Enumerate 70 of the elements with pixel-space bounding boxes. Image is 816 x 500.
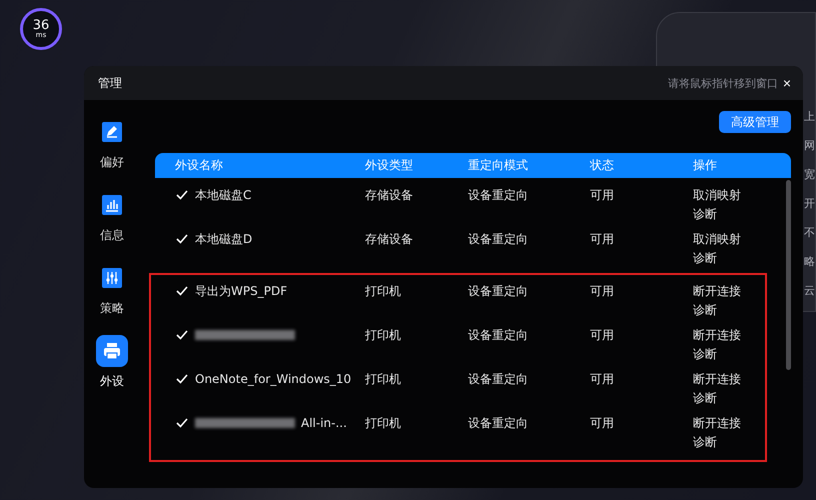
device-type: 存储设备 bbox=[365, 187, 414, 204]
action-link[interactable]: 取消映射 bbox=[693, 231, 741, 248]
action-link[interactable]: 诊断 bbox=[693, 346, 717, 363]
hint-text: 云 bbox=[804, 283, 815, 298]
column-header: 外设名称 bbox=[175, 157, 224, 174]
printer-icon bbox=[102, 341, 122, 361]
sidebar-item[interactable]: 信息 bbox=[96, 189, 128, 244]
redirect-mode: 设备重定向 bbox=[468, 371, 529, 388]
column-header: 操作 bbox=[693, 157, 718, 174]
device-status: 可用 bbox=[590, 371, 615, 388]
check-icon bbox=[176, 374, 188, 384]
hint-text: 上 bbox=[804, 109, 815, 124]
sidebar-item[interactable]: 策略 bbox=[96, 262, 128, 317]
bar-chart-icon bbox=[105, 198, 119, 212]
device-name: OneNote_for_Windows_10 bbox=[195, 372, 352, 386]
check-icon bbox=[176, 330, 188, 340]
sidebar-label: 偏好 bbox=[100, 154, 124, 171]
device-name: 导出为WPS_PDF bbox=[195, 282, 288, 300]
action-link[interactable]: 诊断 bbox=[693, 250, 717, 267]
device-status: 可用 bbox=[590, 187, 615, 204]
action-link[interactable]: 诊断 bbox=[693, 302, 717, 319]
check-icon bbox=[176, 234, 188, 244]
column-header: 外设类型 bbox=[365, 157, 414, 174]
device-status: 可用 bbox=[590, 327, 615, 344]
action-link[interactable]: 诊断 bbox=[693, 206, 717, 223]
scrollbar[interactable] bbox=[786, 180, 791, 370]
advanced-manage-button[interactable]: 高级管理 bbox=[719, 111, 791, 133]
sliders-icon bbox=[105, 271, 119, 285]
sidebar-label: 外设 bbox=[100, 373, 124, 390]
action-link[interactable]: 断开连接 bbox=[693, 415, 741, 432]
device-name: 本地磁盘D bbox=[195, 230, 252, 248]
device-status: 可用 bbox=[590, 415, 615, 432]
hint-text: 宽 bbox=[804, 167, 815, 182]
pencil-icon bbox=[105, 125, 119, 139]
sidebar-label: 策略 bbox=[100, 300, 124, 317]
device-type: 打印机 bbox=[365, 283, 402, 300]
action-link[interactable]: 诊断 bbox=[693, 434, 717, 451]
close-button[interactable]: × bbox=[778, 75, 795, 91]
hint-text: 不 bbox=[804, 225, 815, 240]
device-name: All-in-... bbox=[301, 416, 347, 430]
redirect-mode: 设备重定向 bbox=[468, 231, 529, 248]
device-type: 打印机 bbox=[365, 327, 402, 344]
sidebar-label: 信息 bbox=[100, 227, 124, 244]
device-name: 本地磁盘C bbox=[195, 186, 252, 204]
device-type: 存储设备 bbox=[365, 231, 414, 248]
redirect-mode: 设备重定向 bbox=[468, 415, 529, 432]
action-link[interactable]: 取消映射 bbox=[693, 187, 741, 204]
check-icon bbox=[176, 286, 188, 296]
redirect-mode: 设备重定向 bbox=[468, 187, 529, 204]
column-header: 状态 bbox=[590, 157, 615, 174]
check-icon bbox=[176, 190, 188, 200]
dialog-title: 管理 bbox=[98, 74, 122, 92]
sidebar-item[interactable]: 偏好 bbox=[96, 116, 128, 171]
device-status: 可用 bbox=[590, 283, 615, 300]
hint-text: 开 bbox=[804, 196, 815, 211]
latency-value: 36 bbox=[32, 19, 50, 32]
device-type: 打印机 bbox=[365, 371, 402, 388]
hint-text: 网 bbox=[804, 138, 815, 153]
check-icon bbox=[176, 418, 188, 428]
hint-text: 请将鼠标指针移到窗口 bbox=[668, 76, 778, 91]
device-type: 打印机 bbox=[365, 415, 402, 432]
redirect-mode: 设备重定向 bbox=[468, 283, 529, 300]
hint-text: 略 bbox=[804, 254, 815, 269]
action-link[interactable]: 断开连接 bbox=[693, 371, 741, 388]
action-link[interactable]: 断开连接 bbox=[693, 327, 741, 344]
action-link[interactable]: 诊断 bbox=[693, 390, 717, 407]
device-status: 可用 bbox=[590, 231, 615, 248]
column-header: 重定向模式 bbox=[468, 157, 529, 174]
action-link[interactable]: 断开连接 bbox=[693, 283, 741, 300]
redirect-mode: 设备重定向 bbox=[468, 327, 529, 344]
